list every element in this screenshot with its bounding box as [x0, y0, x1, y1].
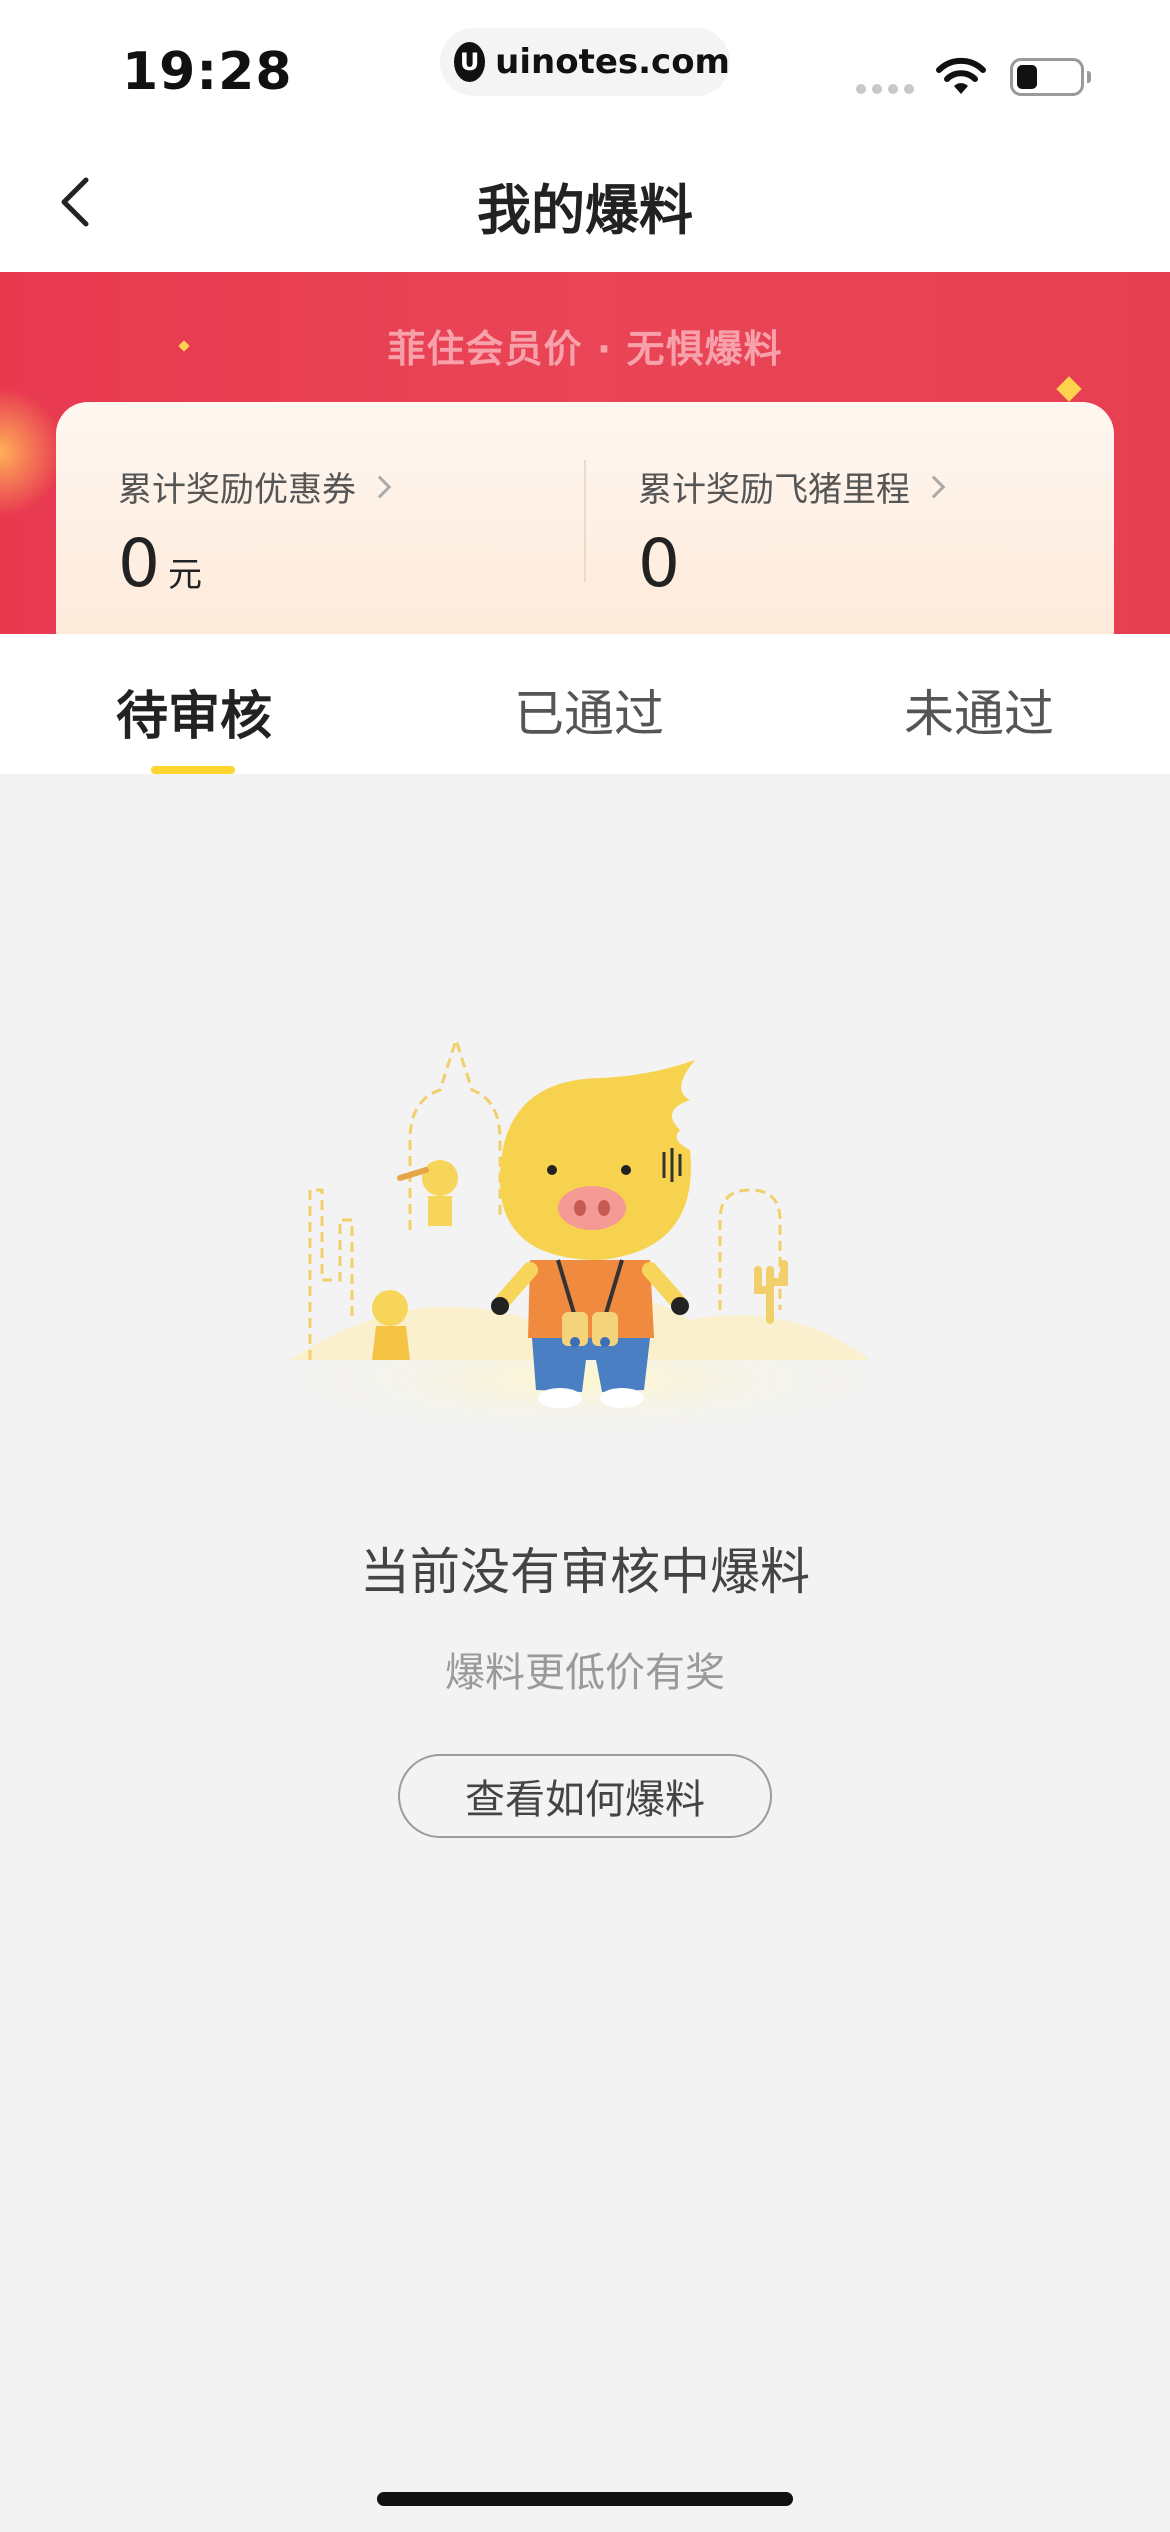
- coupon-reward-value: 0: [118, 525, 160, 602]
- banner-slogan: 菲住会员价 · 无惧爆料: [387, 327, 783, 371]
- tab-approved[interactable]: 已通过: [514, 674, 664, 746]
- coupon-reward-label: 累计奖励优惠券: [118, 462, 392, 511]
- page-title: 我的爆料: [477, 179, 693, 242]
- chevron-right-icon: [368, 475, 392, 498]
- tab-active-indicator: [151, 766, 235, 774]
- tab-pending[interactable]: 待审核: [116, 674, 272, 749]
- home-indicator[interactable]: [377, 2492, 793, 2506]
- reward-card: 累计奖励优惠券 0 元 累计奖励飞猪里程 0: [56, 402, 1114, 634]
- reward-divider: [584, 460, 586, 582]
- url-pill[interactable]: U uinotes.com: [440, 28, 730, 96]
- nav-bar: 我的爆料: [0, 130, 1170, 272]
- status-time: 19:28: [122, 42, 293, 102]
- cellular-signal-icon: [856, 84, 914, 94]
- banner-spark: [1056, 376, 1082, 402]
- banner-glow: [0, 382, 60, 522]
- miles-reward-label: 累计奖励飞猪里程: [638, 462, 946, 511]
- coupon-reward-unit: 元: [168, 555, 202, 595]
- how-to-report-button[interactable]: 查看如何爆料: [398, 1754, 772, 1838]
- tab-rejected[interactable]: 未通过: [904, 674, 1054, 746]
- wifi-icon: [936, 57, 986, 94]
- status-bar: 19:28 U uinotes.com: [0, 0, 1170, 130]
- miles-reward-value: 0: [638, 525, 680, 602]
- empty-state-title: 当前没有审核中爆料: [360, 1543, 810, 1601]
- site-logo-letter: U: [459, 48, 480, 76]
- pig-mascot-illustration: [255, 1035, 915, 1440]
- miles-reward[interactable]: 累计奖励飞猪里程 0: [638, 462, 946, 602]
- chevron-right-icon: [922, 475, 946, 498]
- tab-bar: 待审核 已通过 未通过: [0, 634, 1170, 774]
- url-text: uinotes.com: [495, 42, 730, 82]
- reward-banner: 菲住会员价 · 无惧爆料 累计奖励优惠券 0 元 累计奖励飞猪里程 0: [0, 272, 1170, 634]
- coupon-reward[interactable]: 累计奖励优惠券 0 元: [118, 462, 392, 602]
- empty-state-subtitle: 爆料更低价有奖: [445, 1650, 725, 1696]
- battery-icon: [1010, 58, 1084, 96]
- site-logo-icon: U: [454, 42, 486, 82]
